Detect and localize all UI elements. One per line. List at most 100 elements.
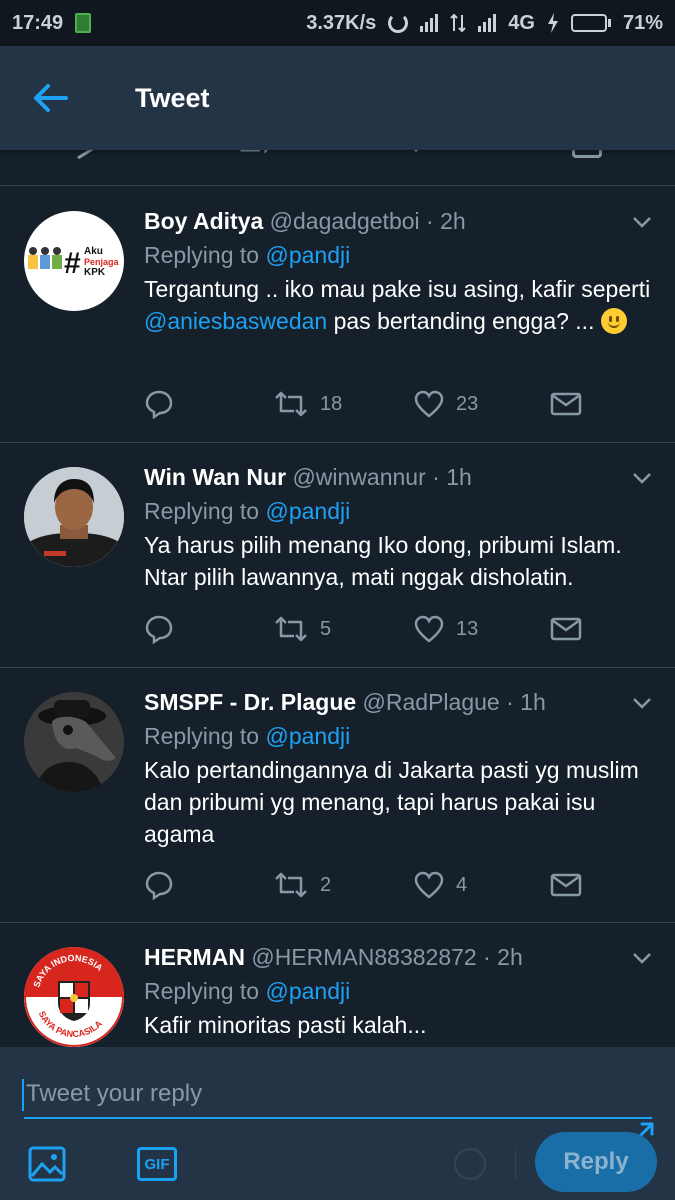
sync-icon [388,13,409,33]
heart-icon [414,390,444,418]
reply-composer: GIF Reply [0,1047,675,1200]
tweet-header: Win Wan Nur @winwannur · 1h [144,461,655,493]
tweet[interactable]: # Aku Penjaga KPK Boy Aditya @dagadgetbo… [0,187,675,443]
share-action[interactable] [550,609,582,649]
reply-icon [77,150,94,160]
user-handle[interactable]: @HERMAN88382872 [251,944,476,970]
sim-icon [75,13,92,33]
tweet[interactable]: SAYA INDONESIA SAYA PANCASILA HERMAN @HE… [0,923,675,1047]
like-action[interactable]: 4 [414,865,550,905]
tweet-mention[interactable]: @aniesbaswedan [144,308,327,334]
display-name[interactable]: HERMAN [144,944,245,970]
display-name[interactable]: SMSPF - Dr. Plague [144,689,356,715]
status-bar: 17:49 3.37K/s 4G 71% [0,0,675,46]
avatar[interactable]: SAYA INDONESIA SAYA PANCASILA [24,947,124,1047]
tweet-text: Kalo pertandingannya di Jakarta pasti yg… [144,757,639,847]
share-icon [572,150,602,158]
tweet-header: SMSPF - Dr. Plague @RadPlague · 1h [144,686,655,718]
user-handle[interactable]: @dagadgetboi [270,208,420,234]
reply-action[interactable] [144,865,274,905]
retweet-icon [275,391,307,417]
tweet-text-part: pas bertanding engga? ... [333,308,595,334]
avatar[interactable]: # Aku Penjaga KPK [24,211,124,311]
text-cursor [22,1079,24,1111]
share-action[interactable] [550,384,582,424]
separator-dot: · [506,689,514,715]
chevron-down-icon[interactable] [631,211,653,233]
replying-prefix: Replying to [144,723,260,749]
replying-to: Replying to @pandji [144,493,655,529]
envelope-icon [550,873,582,897]
reply-icon [145,871,173,900]
tweet-body: HERMAN @HERMAN88382872 · 2h Replying to … [144,941,655,1041]
replying-mention[interactable]: @pandji [265,978,350,1004]
add-image-button[interactable] [28,1146,66,1187]
status-time: 17:49 [12,11,64,34]
page-title: Tweet [135,82,210,113]
reply-button[interactable]: Reply [535,1132,657,1192]
tweet-age: 2h [497,944,523,970]
retweet-count: 5 [320,617,332,640]
retweet-count: 18 [320,392,343,415]
replying-prefix: Replying to [144,978,260,1004]
tweet-actions: 5 13 [144,609,595,649]
display-name[interactable]: Win Wan Nur [144,464,286,490]
avatar[interactable] [24,692,124,792]
image-icon [28,1146,66,1182]
back-button[interactable] [0,48,100,148]
tweet[interactable]: Win Wan Nur @winwannur · 1h Replying to … [0,443,675,668]
separator-dot: · [426,208,434,234]
heart-icon [414,615,444,643]
tweet-body: SMSPF - Dr. Plague @RadPlague · 1h Reply… [144,686,655,850]
tweet-age: 1h [446,464,472,490]
chevron-down-icon[interactable] [631,947,653,969]
chevron-down-icon[interactable] [631,467,653,489]
reply-icon [145,615,173,644]
replying-mention[interactable]: @pandji [265,498,350,524]
avatar[interactable] [24,467,124,567]
retweet-icon [240,150,269,154]
envelope-icon [550,392,582,416]
tweet-header: HERMAN @HERMAN88382872 · 2h [144,941,655,973]
previous-tweet-actions [0,150,675,186]
avatar-text-3: KPK [84,267,106,278]
tweet-body: Win Wan Nur @winwannur · 1h Replying to … [144,461,655,593]
tweet-actions: 18 23 [144,384,595,424]
app-bar: Tweet [0,46,675,150]
retweet-action[interactable]: 5 [274,609,414,649]
smiling-face-emoji-icon [600,308,627,334]
tweet-actions: 2 4 [144,865,595,905]
chevron-down-icon[interactable] [631,692,653,714]
replying-mention[interactable]: @pandji [265,242,350,268]
retweet-icon [275,616,307,642]
avatar-text-1: Aku [84,246,103,257]
display-name[interactable]: Boy Aditya [144,208,263,234]
reply-input[interactable] [24,1071,652,1119]
signal-icon-2 [478,14,497,32]
network-speed: 3.37K/s [306,11,377,34]
like-icon [413,150,419,153]
replying-mention[interactable]: @pandji [265,723,350,749]
envelope-icon [550,617,582,641]
replying-to: Replying to @pandji [144,718,655,754]
replying-prefix: Replying to [144,242,260,268]
user-handle[interactable]: @winwannur [292,464,425,490]
tweet[interactable]: SMSPF - Dr. Plague @RadPlague · 1h Reply… [0,668,675,923]
retweet-icon [275,872,307,898]
toolbar-divider [515,1150,516,1180]
retweet-action[interactable]: 18 [274,384,414,424]
avatar-image [24,467,124,567]
reply-action[interactable] [144,384,274,424]
reply-action[interactable] [144,609,274,649]
add-gif-button[interactable]: GIF [137,1147,177,1181]
like-action[interactable]: 13 [414,609,550,649]
share-action[interactable] [550,865,582,905]
battery-icon [570,14,611,32]
user-handle[interactable]: @RadPlague [363,689,500,715]
like-action[interactable]: 23 [414,384,550,424]
avatar-image [24,692,124,792]
retweet-count: 2 [320,873,332,896]
tweet-age: 2h [440,208,466,234]
gif-label: GIF [144,1155,170,1173]
retweet-action[interactable]: 2 [274,865,414,905]
